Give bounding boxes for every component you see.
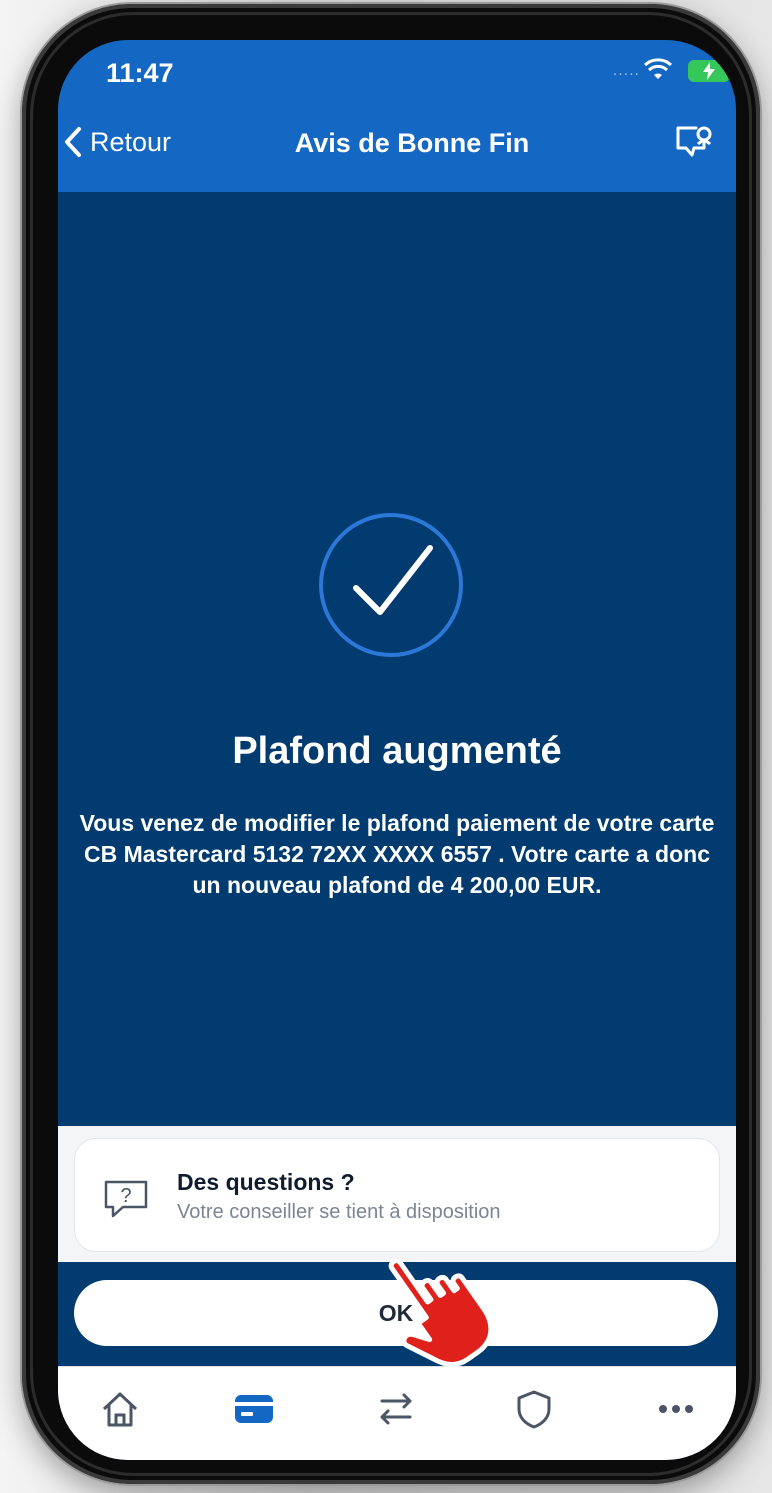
help-subtitle: Votre conseiller se tient à disposition [177,1201,501,1223]
confirmation-title: Plafond augmenté [232,730,562,772]
svg-text:?: ? [120,1185,131,1207]
help-title: Des questions ? [177,1169,355,1195]
tab-bar [58,1366,736,1460]
transfer-icon[interactable] [374,1387,418,1431]
confirmation-message: Vous venez de modifier le plafond paieme… [79,810,715,898]
help-card[interactable]: ? Des questions ? Votre conseiller se ti… [74,1138,720,1252]
check-circle-icon [319,513,463,657]
home-icon[interactable] [98,1387,142,1431]
pointer-hand-icon [388,1258,494,1367]
card-icon[interactable] [232,1387,276,1431]
question-bubble-icon: ? [104,1180,148,1218]
more-icon[interactable] [654,1387,698,1431]
shield-icon[interactable] [512,1387,556,1431]
